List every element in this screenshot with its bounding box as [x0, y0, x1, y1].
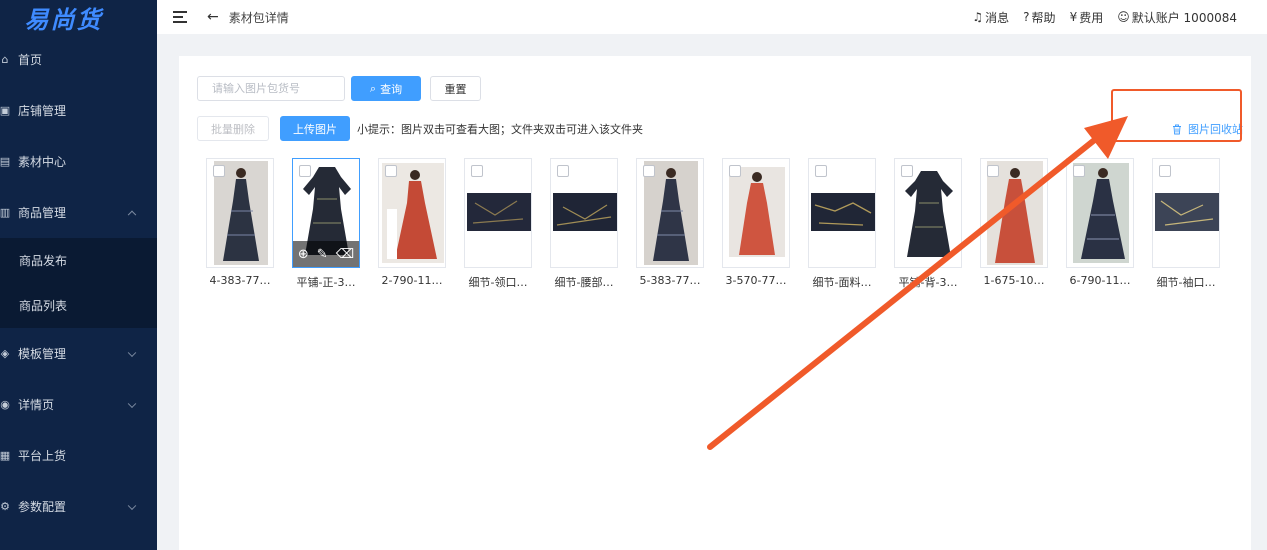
- image-name: 3-570-77…: [725, 274, 787, 287]
- fees-link[interactable]: ¥ 费用: [1070, 9, 1104, 26]
- search-icon: ⌕: [369, 81, 377, 95]
- top-right-nav: ♫ 消息 ? 帮助 ¥ 费用 ☺ 默认账户 1000084: [972, 0, 1237, 34]
- image-tile[interactable]: 细节-袖口…: [1152, 158, 1220, 290]
- chevron-down-icon: [127, 501, 137, 510]
- sidebar-item-materials[interactable]: ▤ 素材中心: [0, 136, 157, 187]
- back-arrow-icon[interactable]: ←: [207, 9, 219, 25]
- content-panel: ⌕查询 重置 批量删除 上传图片 小提示：图片双击可查看大图；文件夹双击可进入该…: [179, 56, 1251, 550]
- image-tile[interactable]: 5-383-77…: [636, 158, 704, 287]
- image-name: 细节-面料…: [812, 276, 872, 289]
- help-icon: ?: [1023, 10, 1030, 24]
- image-name: 2-790-11…: [381, 274, 443, 287]
- edit-icon[interactable]: ✎: [317, 247, 328, 262]
- image-tile[interactable]: 3-570-77…: [722, 158, 790, 287]
- image-name: 6-790-11…: [1069, 274, 1131, 287]
- image-tile[interactable]: 2-790-11…: [378, 158, 446, 287]
- image-tile[interactable]: 6-790-11…: [1066, 158, 1134, 287]
- sidebar: 易尚货 ⌂ 首页 ▣ 店铺管理 ▤ 素材中心 ▥ 商品管理 商品发布 商品列表 ◈ 模板管…: [0, 0, 157, 550]
- sidebar-item-product-list[interactable]: 商品列表: [0, 283, 157, 328]
- chevron-up-icon: [127, 210, 137, 219]
- image-name: 细节-腰部…: [554, 276, 614, 289]
- trash-icon: [1173, 124, 1181, 134]
- chart-icon: ▥: [0, 206, 11, 219]
- sidebar-item-shop[interactable]: ▣ 店铺管理: [0, 85, 157, 136]
- image-name: 5-383-77…: [639, 274, 701, 287]
- query-button[interactable]: ⌕ 查询: [351, 76, 421, 101]
- image-actions: ⊕ ✎ ⌫: [293, 241, 359, 267]
- upload-icon: ▦: [0, 449, 11, 462]
- image-name: 平铺-正-3…: [296, 276, 356, 289]
- delete-icon[interactable]: ⌫: [336, 247, 354, 262]
- image-tile[interactable]: 平铺-背-3…: [894, 158, 962, 290]
- batch-delete-button[interactable]: 批量删除: [197, 116, 269, 141]
- select-checkbox[interactable]: [1073, 165, 1085, 177]
- select-checkbox[interactable]: [901, 165, 913, 177]
- menu-toggle-icon[interactable]: [173, 11, 187, 23]
- select-checkbox[interactable]: [1159, 165, 1171, 177]
- gear-icon: ⚙: [0, 500, 10, 513]
- page-title: 素材包详情: [228, 10, 289, 25]
- sidebar-item-settings[interactable]: ⚙ 参数配置: [0, 481, 157, 532]
- top-bar: ← 素材包详情 ♫ 消息 ? 帮助 ¥ 费用 ☺ 默认账户 1000084: [157, 0, 1267, 34]
- image-tile[interactable]: ⊕ ✎ ⌫ 平铺-正-3…: [292, 158, 360, 290]
- image-tile[interactable]: 1-675-10…: [980, 158, 1048, 287]
- help-link[interactable]: ? 帮助: [1023, 9, 1055, 26]
- select-checkbox[interactable]: [815, 165, 827, 177]
- yen-icon: ¥: [1069, 10, 1078, 24]
- image-tile[interactable]: 4-383-77…: [206, 158, 274, 287]
- products-submenu: 商品发布 商品列表: [0, 238, 157, 328]
- shop-icon: ▣: [0, 104, 11, 117]
- select-checkbox[interactable]: [729, 165, 741, 177]
- zoom-in-icon[interactable]: ⊕: [298, 247, 309, 262]
- image-tile[interactable]: 细节-腰部…: [550, 158, 618, 290]
- home-icon: ⌂: [1, 53, 9, 66]
- sidebar-item-platform-upload[interactable]: ▦ 平台上货: [0, 430, 157, 481]
- layers-icon: ◈: [0, 347, 10, 360]
- sidebar-item-details[interactable]: ◉ 详情页: [0, 379, 157, 430]
- account-link[interactable]: ☺ 默认账户 1000084: [1117, 9, 1237, 26]
- image-name: 细节-袖口…: [1156, 276, 1216, 289]
- image-icon: ▤: [0, 155, 11, 168]
- image-name: 平铺-背-3…: [898, 276, 958, 289]
- select-checkbox[interactable]: [557, 165, 569, 177]
- chevron-down-icon: [127, 399, 137, 408]
- detail-icon: ◉: [0, 398, 10, 411]
- select-checkbox[interactable]: [987, 165, 999, 177]
- select-checkbox[interactable]: [385, 165, 397, 177]
- sidebar-menu: ⌂ 首页 ▣ 店铺管理 ▤ 素材中心 ▥ 商品管理 商品发布 商品列表 ◈ 模板管理 ◉ 详…: [0, 34, 157, 532]
- search-input[interactable]: [197, 76, 345, 101]
- sidebar-item-product-publish[interactable]: 商品发布: [0, 238, 157, 283]
- image-name: 4-383-77…: [209, 274, 271, 287]
- sidebar-item-templates[interactable]: ◈ 模板管理: [0, 328, 157, 379]
- image-tile[interactable]: 细节-面料…: [808, 158, 876, 290]
- image-name: 1-675-10…: [983, 274, 1045, 287]
- recycle-bin-link[interactable]: 图片回收站: [1172, 121, 1243, 137]
- upload-button[interactable]: 上传图片: [280, 116, 350, 141]
- sidebar-item-home[interactable]: ⌂ 首页: [0, 34, 157, 85]
- tip-text: 小提示：图片双击可查看大图；文件夹双击可进入该文件夹: [357, 123, 643, 136]
- select-checkbox[interactable]: [643, 165, 655, 177]
- chevron-down-icon: [127, 348, 137, 357]
- image-tile[interactable]: 细节-领口…: [464, 158, 532, 290]
- select-checkbox[interactable]: [213, 165, 225, 177]
- logo: 易尚货: [24, 5, 103, 34]
- messages-link[interactable]: ♫ 消息: [972, 9, 1009, 26]
- select-checkbox[interactable]: [471, 165, 483, 177]
- image-name: 细节-领口…: [468, 276, 528, 289]
- user-icon: ☺: [1117, 10, 1130, 24]
- reset-button[interactable]: 重置: [430, 76, 481, 101]
- sidebar-item-products[interactable]: ▥ 商品管理: [0, 187, 157, 238]
- select-checkbox[interactable]: [299, 165, 311, 177]
- bell-icon: ♫: [972, 10, 984, 24]
